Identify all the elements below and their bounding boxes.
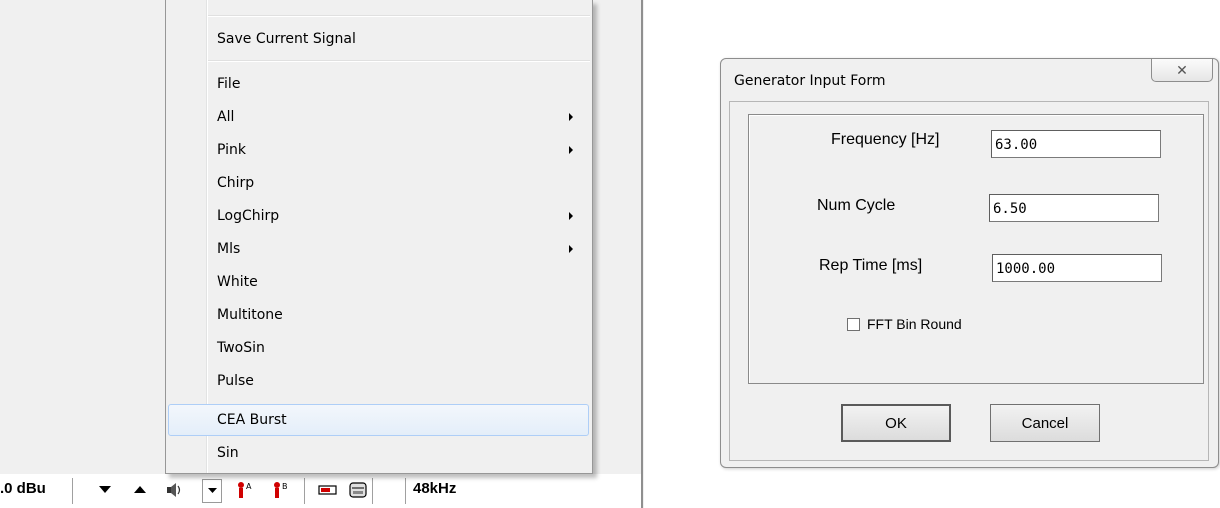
- menu-item-label: Chirp: [217, 175, 255, 191]
- dropdown-arrow-icon[interactable]: [202, 479, 222, 503]
- submenu-arrow-icon: [569, 113, 573, 121]
- fft-bin-round-label: FFT Bin Round: [867, 316, 962, 332]
- menu-item-cea-burst[interactable]: CEA Burst: [168, 404, 589, 436]
- channel-b-icon[interactable]: B: [270, 479, 290, 501]
- menu-item-sin[interactable]: Sin: [168, 438, 589, 468]
- device-icon[interactable]: [348, 479, 368, 501]
- menu-item-all[interactable]: All: [168, 102, 589, 132]
- submenu-arrow-icon: [569, 146, 573, 154]
- submenu-arrow-icon: [569, 245, 573, 253]
- menu-separator: [208, 15, 590, 17]
- menu-item-label: Mls: [217, 241, 241, 257]
- speaker-icon[interactable]: [163, 479, 183, 501]
- frequency-label: Frequency [Hz]: [831, 131, 940, 148]
- battery-icon[interactable]: [318, 479, 338, 501]
- menu-item-twosin[interactable]: TwoSin: [168, 333, 589, 363]
- svg-text:B: B: [282, 482, 288, 491]
- frequency-field[interactable]: 63.00: [991, 130, 1161, 158]
- status-divider: [372, 478, 373, 504]
- menu-item-label: All: [217, 109, 235, 125]
- triangle-up-icon[interactable]: [130, 479, 150, 501]
- rep-time-field[interactable]: 1000.00: [992, 254, 1162, 282]
- triangle-down-icon[interactable]: [95, 479, 115, 501]
- menu-item-chirp[interactable]: Chirp: [168, 168, 589, 198]
- parameters-group-box: Frequency [Hz] 63.00 Num Cycle 6.50 Rep …: [748, 114, 1204, 384]
- num-cycle-field[interactable]: 6.50: [989, 194, 1159, 222]
- menu-item-pulse[interactable]: Pulse: [168, 366, 589, 396]
- status-divider: [304, 478, 305, 504]
- close-button[interactable]: ✕: [1151, 59, 1213, 82]
- menu-item-label: Multitone: [217, 307, 283, 323]
- menu-item-label: Pink: [217, 142, 247, 158]
- rep-time-label: Rep Time [ms]: [819, 257, 923, 274]
- menu-item-label: LogChirp: [217, 208, 280, 224]
- level-readout: .0 dBu: [0, 480, 46, 497]
- menu-item-label: Save Current Signal: [217, 31, 356, 47]
- menu-item-logchirp[interactable]: LogChirp: [168, 201, 589, 231]
- submenu-arrow-icon: [569, 212, 573, 220]
- menu-item-label: File: [217, 76, 241, 92]
- app-window-border: [641, 0, 643, 508]
- menu-item-multitone[interactable]: Multitone: [168, 300, 589, 330]
- menu-separator: [208, 60, 590, 62]
- ok-button[interactable]: OK: [841, 404, 951, 442]
- sample-rate-readout: 48kHz: [413, 480, 457, 497]
- fft-bin-round-checkbox[interactable]: [847, 318, 860, 331]
- num-cycle-label: Num Cycle: [817, 197, 896, 214]
- menu-item-label: Sin: [217, 445, 239, 461]
- menu-item-file[interactable]: File: [168, 69, 589, 99]
- menu-item-label: White: [217, 274, 258, 290]
- menu-item-save-current-signal[interactable]: Save Current Signal: [168, 24, 589, 54]
- generator-input-dialog: Generator Input Form ✕ Frequency [Hz] 63…: [720, 58, 1219, 468]
- dialog-title: Generator Input Form: [734, 73, 886, 89]
- generator-context-menu: Save Current Signal File All Pink Chirp …: [165, 0, 593, 474]
- svg-text:A: A: [246, 482, 252, 491]
- cancel-button[interactable]: Cancel: [990, 404, 1100, 442]
- menu-item-label: CEA Burst: [217, 412, 287, 428]
- close-icon: ✕: [1176, 61, 1188, 78]
- menu-item-pink[interactable]: Pink: [168, 135, 589, 165]
- menu-item-mls[interactable]: Mls: [168, 234, 589, 264]
- ok-button-label: OK: [885, 414, 907, 432]
- status-divider: [405, 478, 406, 504]
- menu-item-label: Pulse: [217, 373, 254, 389]
- cancel-button-label: Cancel: [1021, 414, 1069, 432]
- status-divider: [72, 478, 73, 504]
- menu-item-label: TwoSin: [217, 340, 265, 356]
- channel-a-icon[interactable]: A: [234, 479, 254, 501]
- menu-item-white[interactable]: White: [168, 267, 589, 297]
